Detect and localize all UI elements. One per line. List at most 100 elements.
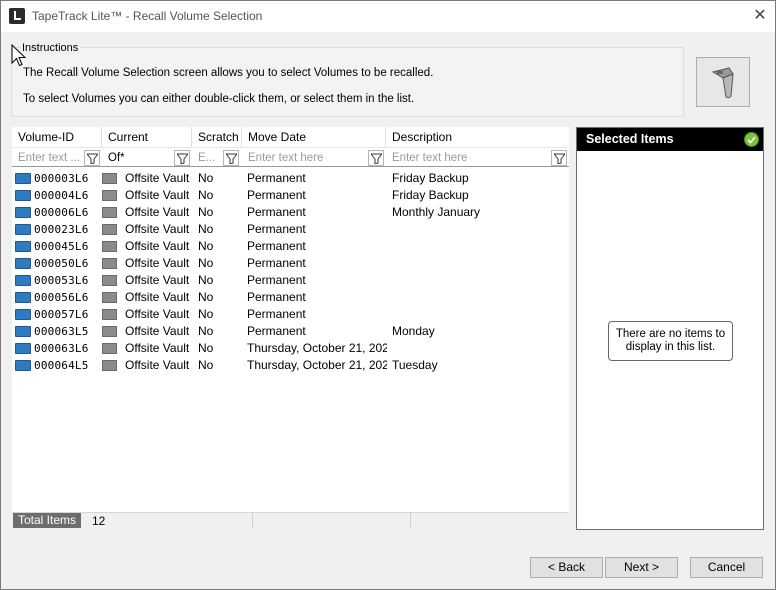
vault-icon xyxy=(102,241,117,252)
selected-items-title: Selected Items xyxy=(586,132,674,146)
tape-volume-icon xyxy=(15,241,31,252)
filter-volume-id[interactable]: Enter text ... xyxy=(12,147,102,167)
total-items-label: Total Items xyxy=(13,513,81,528)
table-row[interactable]: 000057L6 Offsite Vault No Permanent xyxy=(12,306,569,323)
table-row[interactable]: 000053L6 Offsite Vault No Permanent xyxy=(12,272,569,289)
cell-move-date: Permanent xyxy=(247,171,306,185)
cell-location: Offsite Vault xyxy=(102,238,192,255)
cell-move-date: Thursday, October 21, 2021 xyxy=(247,358,387,372)
table-row[interactable]: 000004L6 Offsite Vault No Permanent Friday B… xyxy=(12,187,569,204)
barcode-scanner-button[interactable] xyxy=(696,57,750,107)
filter-funnel-icon[interactable] xyxy=(368,150,384,166)
column-header-volume-id[interactable]: Volume-ID xyxy=(12,127,102,147)
table-row[interactable]: 000064L5 Offsite Vault No Thursday, October… xyxy=(12,357,569,374)
cell-scratch: No xyxy=(198,239,214,253)
cell-volume-id: 000050L6 xyxy=(34,257,89,270)
table-row[interactable]: 000003L6 Offsite Vault No Permanent Friday B… xyxy=(12,170,569,187)
cell-description: Monthly January xyxy=(392,205,481,219)
column-header-move-date[interactable]: Move Date xyxy=(242,127,386,147)
cell-scratch: No xyxy=(198,222,214,236)
cell-location: Offsite Vault xyxy=(102,272,192,289)
filter-current-location[interactable]: Of* xyxy=(102,147,192,167)
cell-volume-id: 000003L6 xyxy=(34,172,89,185)
tape-volume-icon xyxy=(15,190,31,201)
total-items-count: 12 xyxy=(92,514,106,528)
vault-icon xyxy=(102,224,117,235)
cell-volume-id: 000056L6 xyxy=(34,291,89,304)
cell-volume-id: 000057L6 xyxy=(34,308,89,321)
filter-location-input[interactable]: Of* xyxy=(108,152,125,164)
vault-icon xyxy=(102,360,117,371)
cell-location-text: Offsite Vault xyxy=(125,358,190,372)
cell-description: Monday xyxy=(392,324,435,338)
selected-items-header: Selected Items xyxy=(577,128,763,151)
cell-volume-id: 000004L6 xyxy=(34,189,89,202)
cell-location-text: Offsite Vault xyxy=(125,239,190,253)
cell-description xyxy=(392,238,567,255)
filter-description-input[interactable]: Enter text here xyxy=(392,152,467,164)
filter-funnel-icon[interactable] xyxy=(223,150,239,166)
table-row[interactable]: 000006L6 Offsite Vault No Permanent Monthly … xyxy=(12,204,569,221)
tape-volume-icon xyxy=(15,343,31,354)
vault-icon xyxy=(102,173,117,184)
vault-icon xyxy=(102,292,117,303)
cell-volume-id: 000053L6 xyxy=(34,274,89,287)
cancel-button[interactable]: Cancel xyxy=(690,557,763,578)
cell-scratch: No xyxy=(198,188,214,202)
cell-move-date: Permanent xyxy=(247,324,306,338)
empty-list-message: There are no items to display in this li… xyxy=(608,321,733,361)
column-header-scratch[interactable]: Scratch xyxy=(192,127,242,147)
cell-scratch: No xyxy=(198,290,214,304)
filter-scratch-input[interactable]: E... xyxy=(198,152,215,164)
table-row[interactable]: 000050L6 Offsite Vault No Permanent xyxy=(12,255,569,272)
vault-icon xyxy=(102,275,117,286)
cell-location: Offsite Vault xyxy=(102,187,192,204)
window-title: TapeTrack Lite™ - Recall Volume Selectio… xyxy=(32,9,263,23)
vault-icon xyxy=(102,190,117,201)
table-row[interactable]: 000023L6 Offsite Vault No Permanent xyxy=(12,221,569,238)
tape-volume-icon xyxy=(15,309,31,320)
tape-volume-icon xyxy=(15,207,31,218)
tape-volume-icon xyxy=(15,275,31,286)
filter-volume-id-input[interactable]: Enter text ... xyxy=(18,152,80,164)
cell-location: Offsite Vault xyxy=(102,289,192,306)
column-header-description[interactable]: Description xyxy=(386,127,569,147)
tape-volume-icon xyxy=(15,173,31,184)
cell-scratch: No xyxy=(198,273,214,287)
filter-move-date-input[interactable]: Enter text here xyxy=(248,152,323,164)
volume-grid: Volume-ID Current Location Scratch Move … xyxy=(12,127,569,512)
tapetrack-logo-icon xyxy=(9,8,25,24)
next-button[interactable]: Next > xyxy=(605,557,678,578)
table-row[interactable]: 000063L6 Offsite Vault No Thursday, October… xyxy=(12,340,569,357)
cell-description xyxy=(392,306,567,323)
table-row[interactable]: 000056L6 Offsite Vault No Permanent xyxy=(12,289,569,306)
cell-move-date: Permanent xyxy=(247,205,306,219)
cell-scratch: No xyxy=(198,256,214,270)
cell-location: Offsite Vault xyxy=(102,306,192,323)
cell-description xyxy=(392,221,567,238)
cell-move-date: Permanent xyxy=(247,239,306,253)
filter-scratch[interactable]: E... xyxy=(192,147,242,167)
cell-location: Offsite Vault xyxy=(102,340,192,357)
filter-description[interactable]: Enter text here xyxy=(386,147,569,167)
column-header-current-location[interactable]: Current Location xyxy=(102,127,192,164)
table-row[interactable]: 000063L5 Offsite Vault No Permanent Monday xyxy=(12,323,569,340)
instructions-text-1: The Recall Volume Selection screen allow… xyxy=(23,67,434,79)
filter-funnel-icon[interactable] xyxy=(174,150,190,166)
filter-funnel-icon[interactable] xyxy=(84,150,100,166)
table-row[interactable]: 000045L6 Offsite Vault No Permanent xyxy=(12,238,569,255)
cell-move-date: Permanent xyxy=(247,307,306,321)
filter-move-date[interactable]: Enter text here xyxy=(242,147,386,167)
close-icon[interactable]: ✕ xyxy=(750,6,770,26)
filter-funnel-icon[interactable] xyxy=(551,150,567,166)
cell-volume-id: 000063L5 xyxy=(34,325,89,338)
cell-volume-id: 000045L6 xyxy=(34,240,89,253)
back-button[interactable]: < Back xyxy=(530,557,603,578)
vault-icon xyxy=(102,343,117,354)
footer-divider xyxy=(410,513,411,528)
mouse-pointer-icon xyxy=(11,44,27,67)
cell-volume-id: 000006L6 xyxy=(34,206,89,219)
instructions-legend: Instructions xyxy=(20,42,81,54)
cell-move-date: Permanent xyxy=(247,273,306,287)
cell-location: Offsite Vault xyxy=(102,204,192,221)
